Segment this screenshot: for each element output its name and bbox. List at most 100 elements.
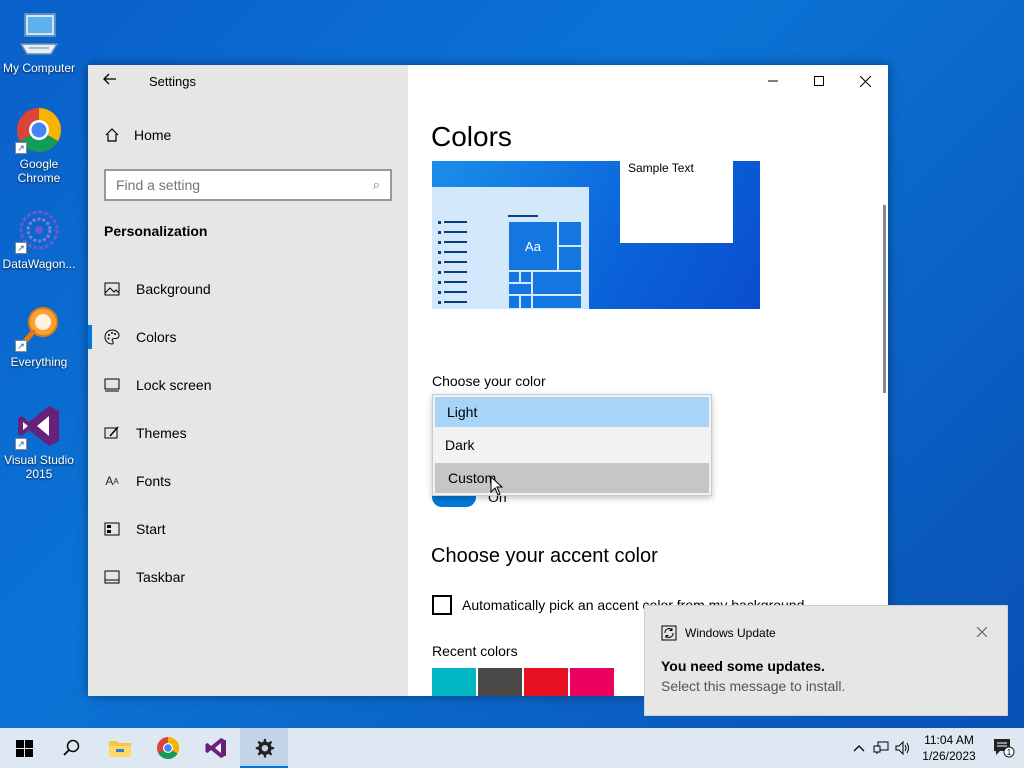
maximize-button[interactable] (796, 65, 842, 97)
shortcut-arrow-icon: ↗ (15, 242, 27, 254)
home-icon (105, 128, 119, 142)
color-option-dark[interactable]: Dark (433, 429, 711, 461)
taskbar-settings[interactable] (240, 728, 288, 768)
toast-close-button[interactable] (976, 624, 988, 640)
fonts-icon: AA (105, 474, 119, 488)
network-button[interactable] (870, 728, 892, 768)
preview-tiles: Aa (508, 221, 582, 309)
desktop-icon-label: DataWagon... (2, 257, 76, 271)
taskbar-file-explorer[interactable] (96, 728, 144, 768)
toast-header: Windows Update (661, 625, 776, 641)
preview-sample-window: Sample Text (620, 161, 733, 243)
start-icon (104, 521, 120, 537)
recent-colors (432, 668, 614, 696)
gear-icon (255, 738, 275, 758)
section-title: Personalization (104, 223, 208, 239)
color-mode-dropdown[interactable]: Light Dark Custom (432, 394, 712, 496)
chrome-icon (157, 737, 179, 759)
window-controls (750, 65, 888, 97)
visual-studio-icon (205, 738, 226, 758)
color-option-light[interactable]: Light (435, 397, 709, 427)
color-swatch[interactable] (432, 668, 476, 696)
update-notification[interactable]: Windows Update You need some updates. Se… (644, 605, 1008, 716)
preview-tile-label: Aa (508, 221, 558, 271)
nav-item-start[interactable]: Start (88, 505, 408, 553)
color-swatch[interactable] (478, 668, 522, 696)
datawagon-icon: ↗ (15, 206, 63, 254)
desktop-icon-visual-studio[interactable]: ↗ Visual Studio 2015 (0, 402, 78, 481)
close-icon (976, 626, 988, 638)
palette-icon (104, 329, 120, 345)
search-input[interactable] (116, 177, 373, 193)
color-swatch[interactable] (524, 668, 568, 696)
nav-item-taskbar[interactable]: Taskbar (88, 553, 408, 601)
notification-count: 1 (1007, 748, 1012, 757)
maximize-icon (814, 76, 824, 86)
start-button[interactable] (0, 728, 48, 768)
chrome-icon: ↗ (15, 106, 63, 154)
everything-icon: ↗ (15, 304, 63, 352)
back-arrow-icon (103, 73, 116, 85)
nav-item-background[interactable]: Background (88, 265, 408, 313)
taskbar: 11:04 AM 1/26/2023 1 (0, 728, 1024, 768)
shortcut-arrow-icon: ↗ (15, 340, 27, 352)
taskbar-icon (104, 569, 120, 585)
visual-studio-icon: ↗ (15, 402, 63, 450)
auto-accent-checkbox[interactable] (432, 595, 452, 615)
nav-item-colors[interactable]: Colors (88, 313, 408, 361)
desktop-icon-everything[interactable]: ↗ Everything (0, 304, 78, 369)
settings-window: Settings Home ⌕ Personalization Backgrou… (88, 65, 888, 696)
minimize-button[interactable] (750, 65, 796, 97)
computer-icon (15, 10, 63, 58)
desktop-icon-my-computer[interactable]: My Computer (0, 10, 78, 75)
picture-icon (104, 281, 120, 297)
network-icon (873, 741, 889, 754)
desktop-icon-datawagon[interactable]: ↗ DataWagon... (0, 206, 78, 271)
choose-color-label: Choose your color (432, 373, 546, 389)
toast-message: Select this message to install. (661, 678, 846, 694)
scrollbar[interactable] (883, 205, 886, 393)
nav-item-lock-screen[interactable]: Lock screen (88, 361, 408, 409)
nav-label: Taskbar (136, 569, 186, 585)
clock-time: 11:04 AM (924, 733, 974, 747)
back-button[interactable] (102, 71, 122, 91)
windows-logo-icon (15, 739, 33, 757)
shortcut-arrow-icon: ↗ (15, 142, 27, 154)
desktop-icon-label: My Computer (2, 61, 76, 75)
settings-sidebar: Settings Home ⌕ Personalization Backgrou… (88, 65, 408, 696)
nav-label: Background (136, 281, 211, 297)
nav-label: Themes (136, 425, 187, 441)
search-button[interactable] (48, 728, 96, 768)
home-nav-item[interactable]: Home (104, 127, 171, 143)
nav-label: Start (136, 521, 166, 537)
toast-title: You need some updates. (661, 658, 825, 674)
taskbar-visual-studio[interactable] (192, 728, 240, 768)
show-hidden-icons-button[interactable] (848, 728, 870, 768)
volume-button[interactable] (892, 728, 914, 768)
speaker-icon (895, 741, 909, 755)
color-swatch[interactable] (570, 668, 614, 696)
nav-label: Colors (136, 329, 177, 345)
notification-icon: 1 (994, 739, 1015, 758)
color-option-custom[interactable]: Custom (435, 463, 709, 493)
mouse-cursor-icon (490, 476, 504, 496)
minimize-icon (768, 80, 778, 82)
page-title: Colors (431, 121, 512, 152)
search-icon (63, 739, 80, 756)
desktop-icon-label: Visual Studio 2015 (4, 453, 74, 481)
action-center-button[interactable]: 1 (984, 738, 1024, 758)
system-tray: 11:04 AM 1/26/2023 1 (848, 728, 1024, 768)
theme-preview: Aa Sample Text (432, 161, 760, 309)
nav-item-themes[interactable]: Themes (88, 409, 408, 457)
close-button[interactable] (842, 65, 888, 97)
colors-content: Colors Aa Sample Text Choose your color … (408, 65, 888, 696)
chevron-up-icon (853, 745, 865, 752)
clock[interactable]: 11:04 AM 1/26/2023 (914, 732, 984, 764)
nav-item-fonts[interactable]: AA Fonts (88, 457, 408, 505)
taskbar-chrome[interactable] (144, 728, 192, 768)
settings-search[interactable]: ⌕ (104, 169, 392, 201)
accent-section-title: Choose your accent color (431, 545, 658, 567)
nav-label: Lock screen (136, 377, 212, 393)
desktop-icon-chrome[interactable]: ↗ Google Chrome (0, 106, 78, 185)
window-title: Settings (149, 74, 196, 89)
